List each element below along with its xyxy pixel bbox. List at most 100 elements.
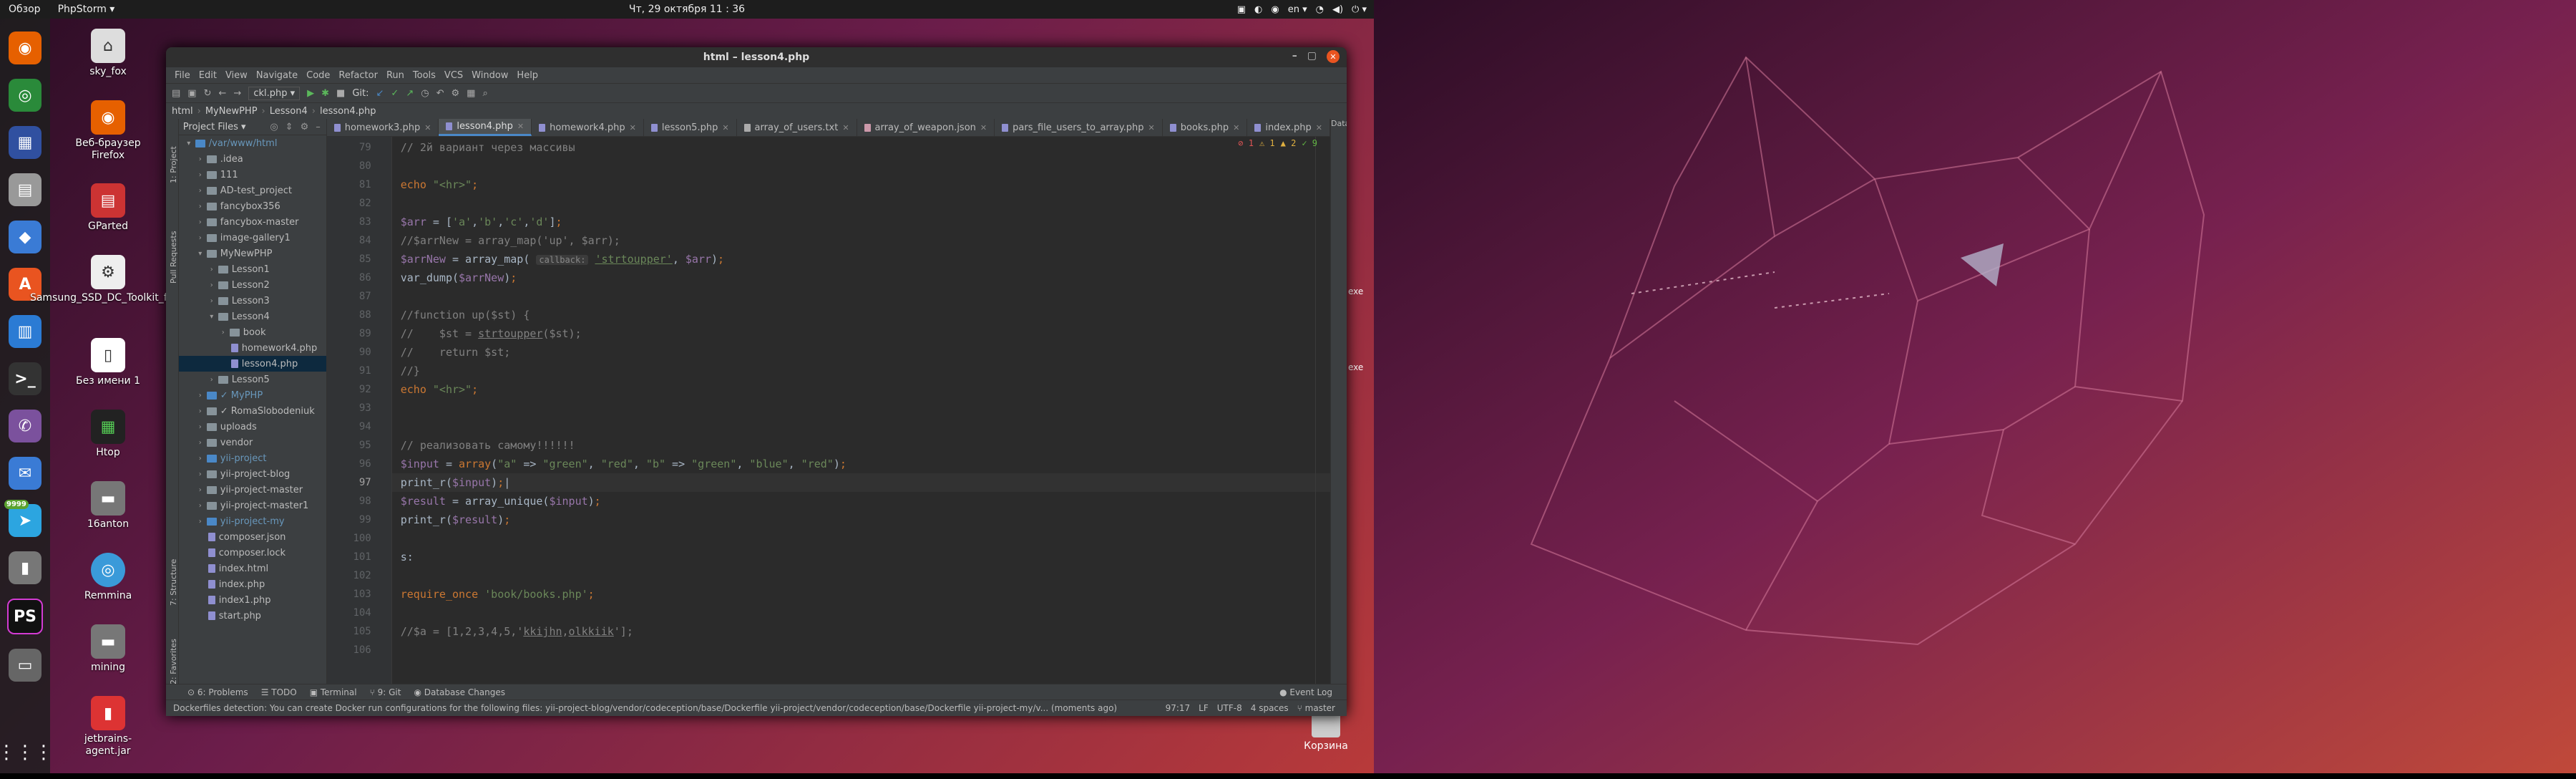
menu-item[interactable]: Navigate bbox=[252, 70, 302, 81]
search-icon[interactable]: ⌕ bbox=[482, 88, 487, 99]
caret-position[interactable]: 97:17 bbox=[1166, 703, 1191, 713]
tree-file[interactable]: index.html bbox=[179, 561, 326, 576]
tab-homework4[interactable]: homework4.php ✕ bbox=[532, 119, 644, 136]
code-editor[interactable]: 79 80 81 82 83 84 85 86 87 88 89 90 91 92 93 94 95 96 97 98… bbox=[326, 137, 1330, 684]
close-icon[interactable]: ✕ bbox=[980, 123, 987, 132]
tree-folder[interactable]: › AD-test_project bbox=[179, 183, 326, 198]
chevron-right-icon[interactable]: › bbox=[196, 455, 205, 463]
stop-icon[interactable]: ■ bbox=[336, 88, 345, 99]
tab-books[interactable]: books.php ✕ bbox=[1163, 119, 1248, 136]
git-branch[interactable]: ⑂ master bbox=[1297, 703, 1335, 713]
tree-file[interactable]: homework4.php bbox=[179, 340, 326, 356]
project-tool-tab[interactable]: 1: Project bbox=[169, 146, 178, 183]
tree-folder[interactable]: › Lesson5 bbox=[179, 372, 326, 387]
tree-folder[interactable]: › fancybox-master bbox=[179, 214, 326, 230]
structure-icon[interactable]: ▦ bbox=[467, 88, 475, 99]
libreoffice-icon[interactable]: ▥ bbox=[9, 315, 42, 348]
line-separator[interactable]: LF bbox=[1199, 703, 1209, 713]
todo-tab[interactable]: ☰ TODO bbox=[261, 687, 297, 697]
project-view-select[interactable]: Project Files ▾ bbox=[183, 122, 246, 132]
messages-icon[interactable]: ✉ bbox=[9, 457, 42, 490]
tree-folder[interactable]: ▾ /var/www/html bbox=[179, 135, 326, 151]
chevron-right-icon[interactable]: › bbox=[208, 281, 216, 289]
tab-homework3[interactable]: homework3.php ✕ bbox=[327, 119, 439, 136]
tray-icon[interactable]: ◐ bbox=[1254, 4, 1262, 15]
tree-file[interactable]: start.php bbox=[179, 608, 326, 624]
chevron-right-icon[interactable]: › bbox=[196, 203, 205, 211]
problems-tab[interactable]: ⊙ 6: Problems bbox=[187, 687, 248, 697]
desktop-icon[interactable]: ◎ Remmina bbox=[69, 553, 147, 620]
close-icon[interactable]: ✕ bbox=[517, 122, 524, 131]
close-icon[interactable]: ✕ bbox=[1233, 123, 1239, 132]
chevron-right-icon[interactable]: › bbox=[196, 392, 205, 400]
breadcrumb-item[interactable]: Lesson4 bbox=[270, 106, 308, 117]
status-message[interactable]: Dockerfiles detection: You can create Do… bbox=[173, 703, 1157, 713]
desktop-icon[interactable]: ▮ jetbrains-agent.jar bbox=[69, 696, 147, 775]
calculator-icon[interactable]: ▦ bbox=[9, 126, 42, 159]
tree-folder[interactable]: › yii-project bbox=[179, 450, 326, 466]
menu-item[interactable]: VCS bbox=[440, 70, 467, 81]
breadcrumb-item[interactable]: html bbox=[172, 106, 193, 117]
close-icon[interactable]: ✕ bbox=[1316, 123, 1322, 132]
files-icon[interactable]: ▤ bbox=[9, 173, 42, 206]
tree-file[interactable]: index1.php bbox=[179, 592, 326, 608]
event-log-tab[interactable]: ● Event Log bbox=[1279, 687, 1347, 697]
database-tool-tab[interactable]: Database bbox=[1331, 119, 1347, 128]
tray-icon[interactable]: ▣ bbox=[1237, 4, 1246, 15]
debug-icon[interactable]: ✱ bbox=[321, 88, 329, 99]
tree-folder[interactable]: › Lesson1 bbox=[179, 261, 326, 277]
chrome-icon[interactable]: ◎ bbox=[9, 79, 42, 112]
tree-folder[interactable]: › .idea bbox=[179, 151, 326, 167]
usb-icon[interactable]: ▮ bbox=[9, 551, 42, 584]
tree-file[interactable]: composer.json bbox=[179, 529, 326, 545]
close-icon[interactable]: ✕ bbox=[630, 123, 636, 132]
open-icon[interactable]: ▤ bbox=[172, 88, 180, 99]
desktop-icon[interactable]: ◉ Веб-браузер Firefox bbox=[69, 100, 147, 179]
chevron-right-icon[interactable]: › bbox=[196, 407, 205, 415]
power-menu[interactable]: ⏻ ▾ bbox=[1352, 4, 1367, 15]
tree-file[interactable]: index.php bbox=[179, 576, 326, 592]
menu-item[interactable]: Refactor bbox=[334, 70, 382, 81]
chevron-right-icon[interactable]: › bbox=[196, 470, 205, 478]
telegram-icon[interactable]: ➤ 9999 bbox=[4, 500, 42, 537]
chevron-down-icon[interactable]: ▾ bbox=[185, 140, 193, 147]
terminal-tab[interactable]: ▣ Terminal bbox=[310, 687, 357, 697]
run-icon[interactable]: ▶ bbox=[307, 88, 314, 99]
collapse-icon[interactable]: ⇕ bbox=[286, 122, 293, 132]
close-icon[interactable]: ✕ bbox=[722, 123, 728, 132]
encoding[interactable]: UTF-8 bbox=[1217, 703, 1242, 713]
tree-folder[interactable]: › Lesson2 bbox=[179, 277, 326, 293]
tab-index[interactable]: index.php ✕ bbox=[1247, 119, 1330, 136]
tree-folder[interactable]: › yii-project-master1 bbox=[179, 498, 326, 513]
menu-item[interactable]: Edit bbox=[195, 70, 221, 81]
menu-item[interactable]: Code bbox=[302, 70, 334, 81]
locate-icon[interactable]: ◎ bbox=[270, 122, 278, 132]
drive-icon[interactable]: ▭ bbox=[9, 649, 42, 682]
chevron-down-icon[interactable]: ▾ bbox=[208, 313, 216, 321]
tree-folder[interactable]: ▾ Lesson4 bbox=[179, 309, 326, 324]
chevron-right-icon[interactable]: › bbox=[208, 376, 216, 384]
show-applications-button[interactable]: ⋮⋮⋮ bbox=[0, 742, 53, 763]
git-tab[interactable]: ⑂ 9: Git bbox=[370, 687, 401, 697]
desktop-icon[interactable]: ▤ GParted bbox=[69, 183, 147, 251]
breadcrumb-item[interactable]: MyNewPHP bbox=[205, 106, 258, 117]
tree-folder[interactable]: › ✓ RomaSlobodeniuk bbox=[179, 403, 326, 419]
hide-icon[interactable]: – bbox=[316, 122, 321, 132]
tree-folder[interactable]: ▾ MyNewPHP bbox=[179, 246, 326, 261]
save-icon[interactable]: ▣ bbox=[187, 88, 196, 99]
tree-folder[interactable]: › fancybox356 bbox=[179, 198, 326, 214]
chevron-right-icon[interactable]: › bbox=[196, 187, 205, 195]
tab-lesson4[interactable]: lesson4.php ✕ bbox=[439, 119, 532, 136]
chevron-down-icon[interactable]: ▾ bbox=[196, 250, 205, 258]
menu-item[interactable]: Tools bbox=[409, 70, 440, 81]
desktop-icon[interactable]: ▯ Без имени 1 bbox=[69, 338, 147, 405]
tab-pars-file[interactable]: pars_file_users_to_array.php ✕ bbox=[995, 119, 1163, 136]
tab-array-of-weapon[interactable]: array_of_weapon.json ✕ bbox=[857, 119, 995, 136]
menu-item[interactable]: File bbox=[170, 70, 195, 81]
favorites-tool-tab[interactable]: 2: Favorites bbox=[169, 639, 178, 684]
window-title-bar[interactable]: html – lesson4.php – ▢ ✕ bbox=[166, 47, 1347, 67]
chevron-right-icon[interactable]: › bbox=[208, 266, 216, 274]
run-config-select[interactable]: ckl.php ▾ bbox=[248, 86, 301, 100]
chevron-right-icon[interactable]: › bbox=[208, 297, 216, 305]
desktop-icon[interactable]: ⌂ sky_fox bbox=[69, 29, 147, 96]
